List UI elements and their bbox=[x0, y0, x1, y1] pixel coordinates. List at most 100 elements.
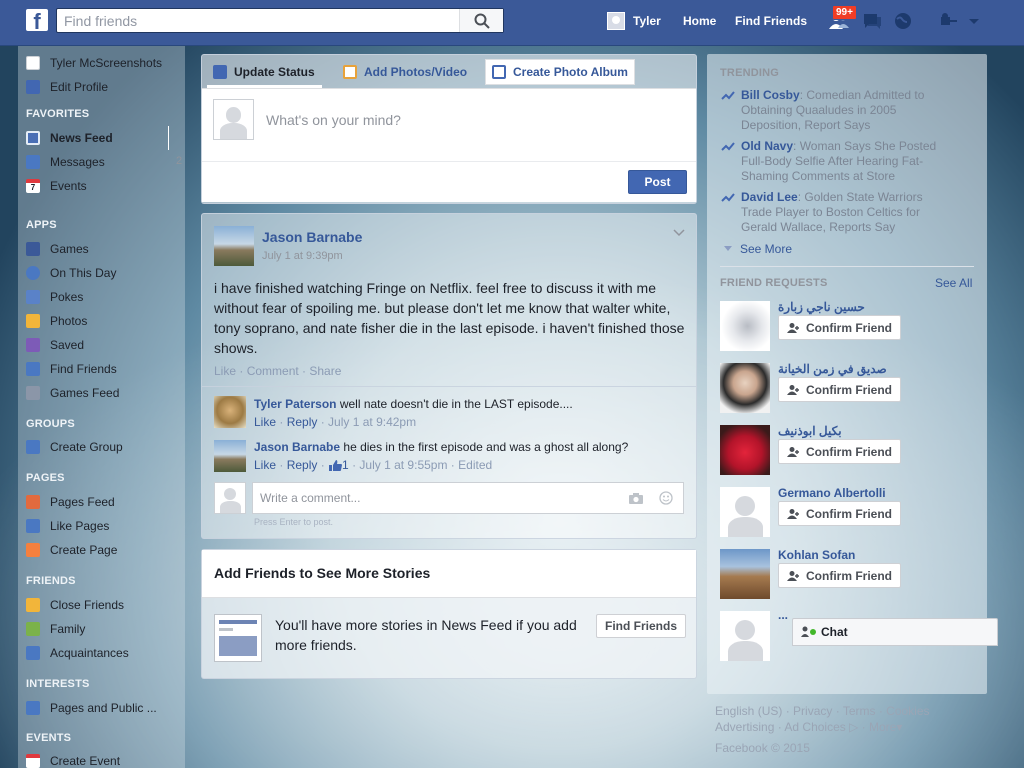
messages-icon[interactable] bbox=[861, 11, 883, 31]
requester-name[interactable]: Germano Albertolli bbox=[778, 486, 886, 500]
requester-name[interactable]: حسين ناجي زبارة bbox=[778, 300, 865, 314]
sidebar-item-profile[interactable]: Tyler McScreenshots bbox=[26, 53, 162, 73]
requester-avatar[interactable] bbox=[720, 363, 770, 413]
comment-like-count[interactable]: 1 bbox=[342, 458, 349, 472]
footer-language-link[interactable]: English (US) bbox=[715, 704, 782, 718]
requester-avatar[interactable] bbox=[720, 611, 770, 661]
tab-add-photos[interactable]: Add Photos/Video bbox=[337, 59, 473, 85]
trending-topic[interactable]: David Lee bbox=[741, 190, 798, 204]
post-author[interactable]: Jason Barnabe bbox=[262, 229, 362, 245]
facebook-logo[interactable]: f bbox=[26, 9, 48, 31]
requester-avatar[interactable] bbox=[720, 549, 770, 599]
trending-topic[interactable]: Bill Cosby bbox=[741, 88, 800, 102]
confirm-friend-button[interactable]: Confirm Friend bbox=[778, 501, 901, 526]
commenter-avatar[interactable] bbox=[214, 440, 246, 472]
composer-body bbox=[202, 88, 696, 202]
home-link[interactable]: Home bbox=[683, 0, 716, 42]
tab-create-album[interactable]: Create Photo Album bbox=[485, 59, 635, 85]
confirm-friend-button[interactable]: Confirm Friend bbox=[778, 439, 901, 464]
requester-name[interactable]: ... bbox=[778, 608, 788, 622]
sidebar-item-like-pages[interactable]: Like Pages bbox=[26, 516, 109, 536]
edited-label[interactable]: Edited bbox=[458, 458, 492, 472]
footer-advertising-link[interactable]: Advertising bbox=[715, 720, 774, 734]
comment-timestamp[interactable]: July 1 at 9:55pm bbox=[359, 458, 447, 472]
sidebar-item-edit-profile[interactable]: Edit Profile bbox=[26, 77, 108, 97]
confirm-friend-button[interactable]: Confirm Friend bbox=[778, 377, 901, 402]
trending-arrow-icon bbox=[721, 142, 735, 151]
confirm-friend-button[interactable]: Confirm Friend bbox=[778, 563, 901, 588]
sidebar-item-close-friends[interactable]: Close Friends bbox=[26, 595, 124, 615]
requester-avatar[interactable] bbox=[720, 487, 770, 537]
comment-like-link[interactable]: Like bbox=[254, 458, 276, 472]
comment-reply-link[interactable]: Reply bbox=[287, 415, 318, 429]
requester-name[interactable]: Kohlan Sofan bbox=[778, 548, 855, 562]
trending-item[interactable]: David Lee: Golden State Warriors Trade P… bbox=[741, 190, 941, 235]
confirm-friend-button[interactable]: Confirm Friend bbox=[778, 315, 901, 340]
sidebar-item-photos[interactable]: Photos bbox=[26, 311, 87, 331]
search-button[interactable] bbox=[459, 9, 503, 32]
comment-author[interactable]: Jason Barnabe bbox=[254, 440, 340, 454]
requester-name[interactable]: بكيل ابوذنيف bbox=[778, 424, 842, 438]
sidebar-item-games[interactable]: Games bbox=[26, 239, 89, 259]
sidebar-item-messages[interactable]: Messages bbox=[26, 152, 105, 172]
commenter-avatar[interactable] bbox=[214, 396, 246, 428]
sidebar-item-acquaintances[interactable]: Acquaintances bbox=[26, 643, 129, 663]
comment-link[interactable]: Comment bbox=[247, 364, 299, 378]
trending-item[interactable]: Bill Cosby: Comedian Admitted to Obtaini… bbox=[741, 88, 941, 133]
notification-badge: 99+ bbox=[832, 5, 857, 20]
apps-heading: APPS bbox=[26, 219, 57, 231]
comment-reply-link[interactable]: Reply bbox=[287, 458, 318, 472]
profile-link[interactable]: Tyler bbox=[607, 0, 661, 42]
comment-author[interactable]: Tyler Paterson bbox=[254, 397, 336, 411]
footer-privacy-link[interactable]: Privacy bbox=[793, 704, 832, 718]
sidebar-item-pages-feed[interactable]: Pages Feed bbox=[26, 492, 115, 512]
camera-icon[interactable] bbox=[628, 492, 644, 505]
sidebar-item-pages-public[interactable]: Pages and Public ... bbox=[26, 698, 157, 718]
sidebar-item-on-this-day[interactable]: On This Day bbox=[26, 263, 116, 283]
trending-topic[interactable]: Old Navy bbox=[741, 139, 793, 153]
find-friends-link[interactable]: Find Friends bbox=[735, 0, 807, 42]
sidebar-item-events[interactable]: 7 Events bbox=[26, 176, 87, 196]
requester-avatar[interactable] bbox=[720, 301, 770, 351]
tab-update-status[interactable]: Update Status bbox=[207, 59, 321, 85]
author-avatar[interactable] bbox=[214, 226, 254, 266]
find-friends-button[interactable]: Find Friends bbox=[596, 614, 686, 638]
chevron-down-icon[interactable] bbox=[672, 228, 686, 238]
search-input[interactable] bbox=[57, 9, 459, 32]
requester-avatar[interactable] bbox=[720, 425, 770, 475]
sidebar-item-saved[interactable]: Saved bbox=[26, 335, 84, 355]
footer-cookies-link[interactable]: Cookies bbox=[886, 704, 929, 718]
sidebar-item-pokes[interactable]: Pokes bbox=[26, 287, 83, 307]
footer-ad-choices-link[interactable]: Ad Choices bbox=[784, 720, 845, 734]
comment-box: Write a comment... bbox=[252, 482, 684, 514]
chat-bar[interactable]: Chat bbox=[792, 618, 998, 646]
footer-more-link[interactable]: More bbox=[869, 720, 896, 734]
comment-timestamp[interactable]: July 1 at 9:42pm bbox=[328, 415, 416, 429]
news-feed-icon bbox=[26, 131, 40, 145]
sidebar-item-find-friends[interactable]: Find Friends bbox=[26, 359, 117, 379]
sidebar-item-create-page[interactable]: Create Page bbox=[26, 540, 117, 560]
comment-like-link[interactable]: Like bbox=[254, 415, 276, 429]
see-more-link[interactable]: See More bbox=[722, 242, 792, 256]
see-all-link[interactable]: See All bbox=[935, 276, 972, 290]
like-link[interactable]: Like bbox=[214, 364, 236, 378]
status-input[interactable]: What's on your mind? bbox=[266, 112, 686, 128]
sidebar-item-create-group[interactable]: Create Group bbox=[26, 437, 123, 457]
emoji-icon[interactable] bbox=[659, 491, 673, 505]
share-link[interactable]: Share bbox=[309, 364, 341, 378]
post-timestamp[interactable]: July 1 at 9:39pm bbox=[262, 250, 343, 262]
footer-terms-link[interactable]: Terms bbox=[843, 704, 876, 718]
notifications-globe-icon[interactable] bbox=[892, 11, 914, 31]
sidebar-item-games-feed[interactable]: Games Feed bbox=[26, 383, 119, 403]
sidebar-item-family[interactable]: Family bbox=[26, 619, 85, 639]
post-button[interactable]: Post bbox=[628, 170, 687, 194]
comment-input[interactable]: Write a comment... bbox=[260, 491, 360, 505]
sidebar-item-news-feed[interactable]: News Feed bbox=[26, 128, 113, 148]
privacy-shortcuts-icon[interactable] bbox=[938, 11, 960, 31]
requester-name[interactable]: صديق في زمن الخيانة bbox=[778, 362, 887, 376]
thumbs-up-icon bbox=[329, 459, 343, 471]
star-icon bbox=[26, 598, 40, 612]
account-menu-chevron-icon[interactable] bbox=[966, 11, 982, 31]
trending-item[interactable]: Old Navy: Woman Says She Posted Full-Bod… bbox=[741, 139, 941, 184]
sidebar-item-create-event[interactable]: Create Event bbox=[26, 751, 120, 768]
